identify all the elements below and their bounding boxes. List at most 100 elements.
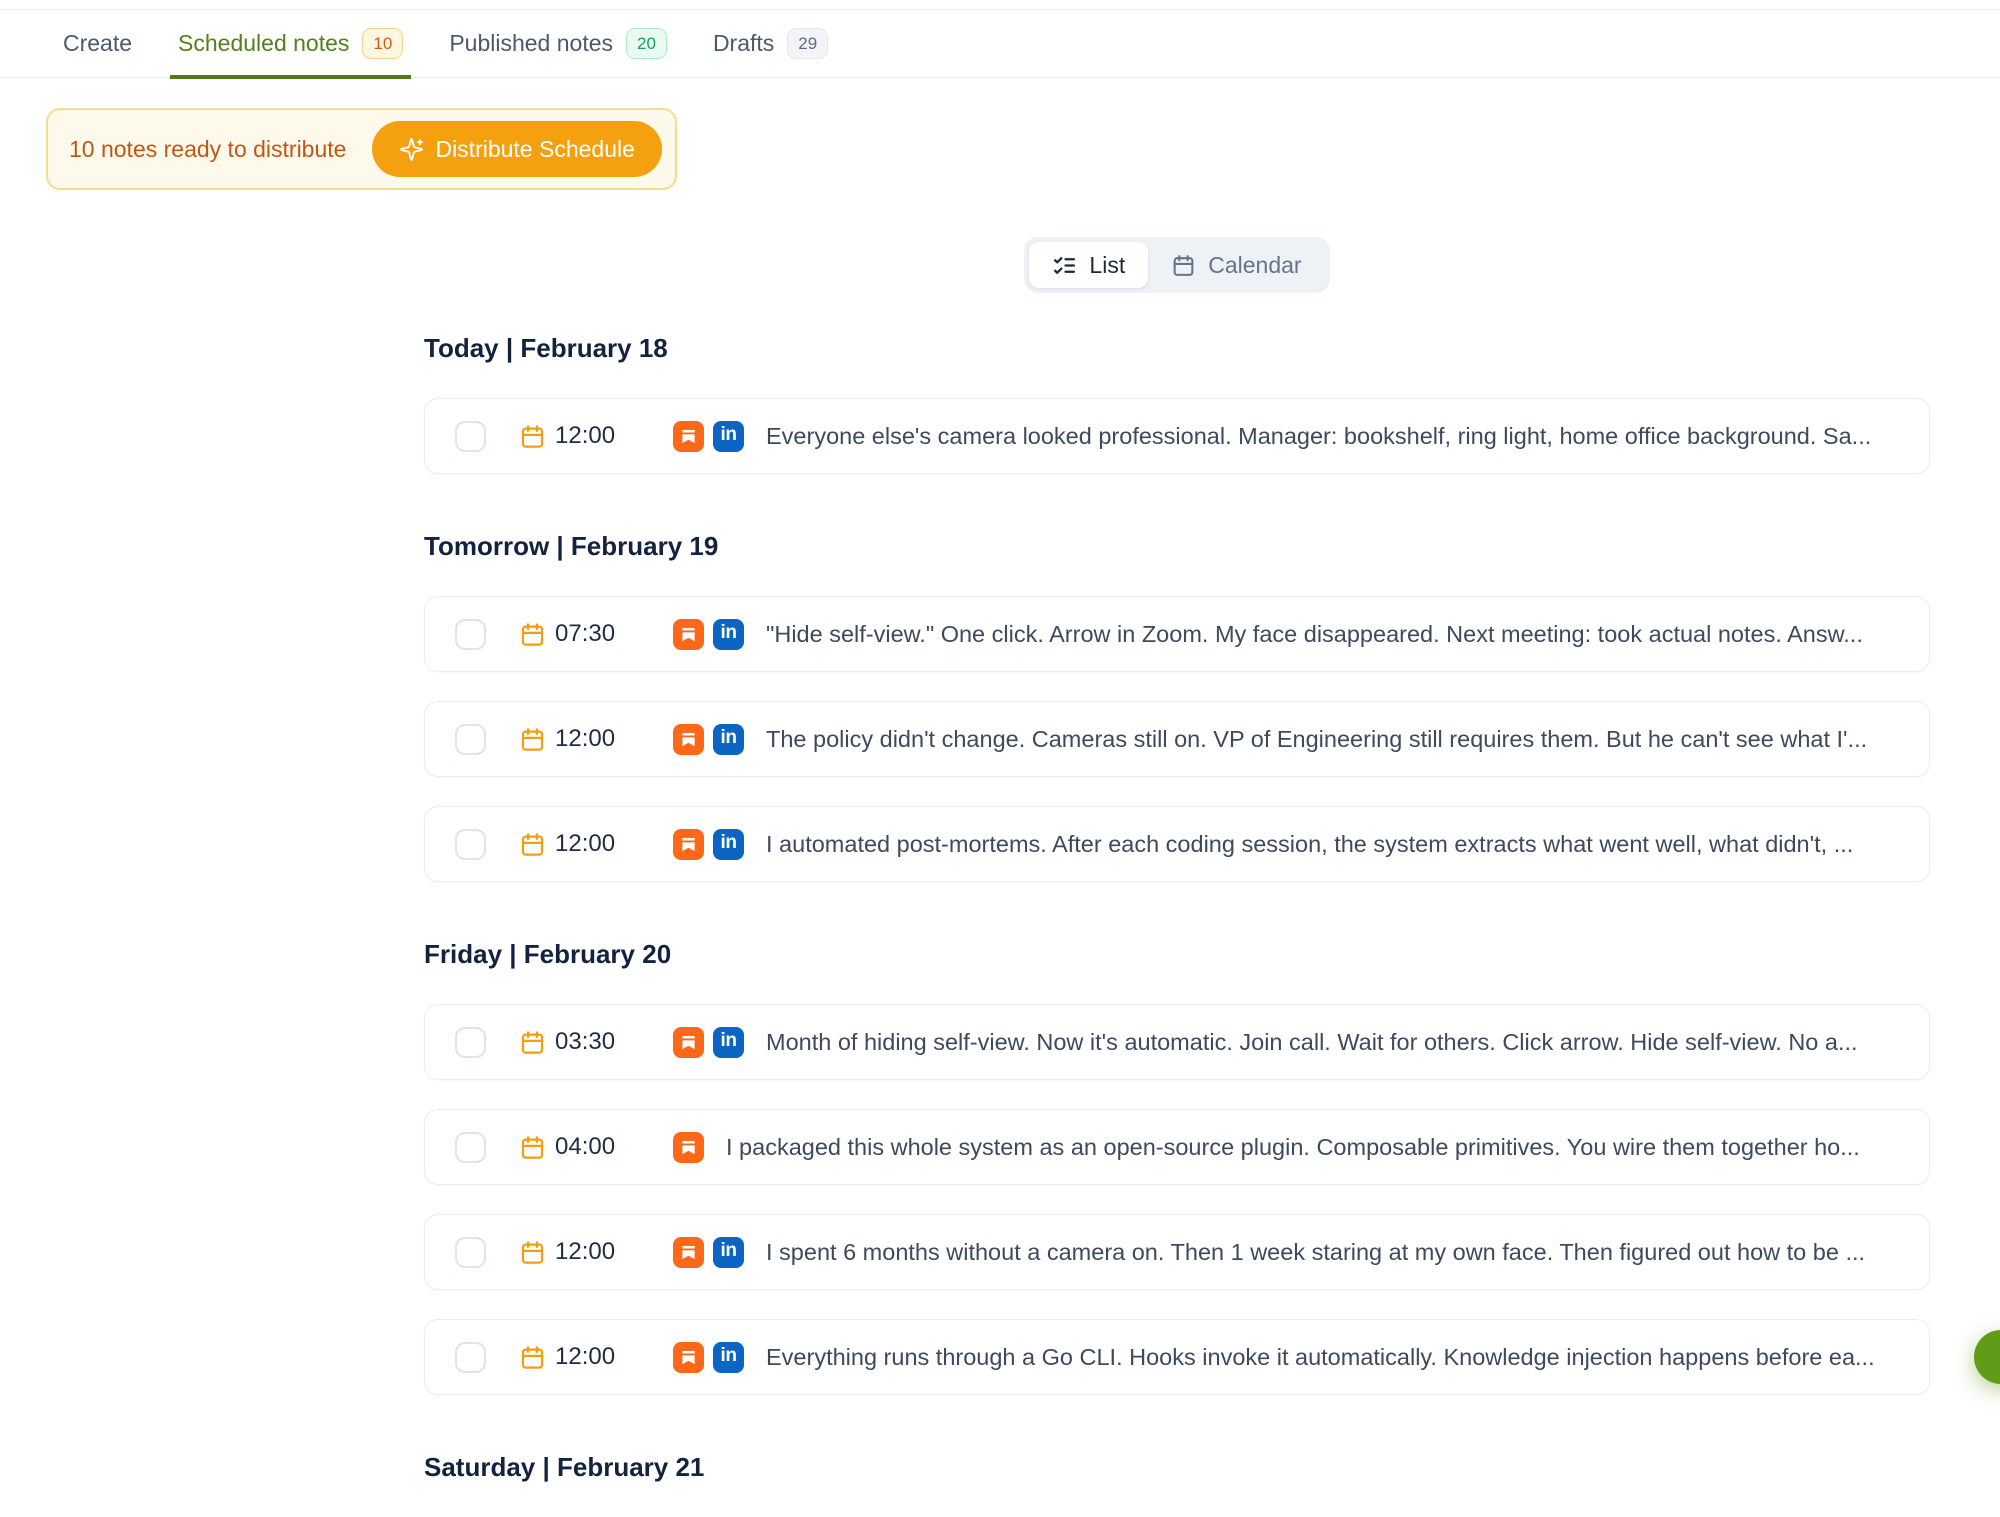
tab-scheduled-notes[interactable]: Scheduled notes 10 bbox=[176, 10, 405, 77]
note-time: 12:00 bbox=[555, 1343, 617, 1371]
calendar-icon bbox=[519, 1134, 546, 1161]
note-channels: in bbox=[673, 421, 744, 452]
day-rows: 07:30 in "Hide self-view." One click. Ar… bbox=[424, 596, 1930, 882]
tab-create[interactable]: Create bbox=[61, 10, 134, 77]
notes-scheduler-page: Create Scheduled notes 10 Published note… bbox=[0, 9, 2000, 1517]
substack-icon bbox=[673, 1342, 704, 1373]
view-toggle: List Calendar bbox=[1024, 237, 1329, 293]
linkedin-icon: in bbox=[713, 619, 744, 650]
note-channels: in bbox=[673, 724, 744, 755]
list-checks-icon bbox=[1052, 253, 1077, 278]
note-checkbox[interactable] bbox=[455, 421, 486, 452]
scheduled-note-row[interactable]: 12:00 in Everything runs through a Go CL… bbox=[424, 1319, 1930, 1395]
linkedin-icon: in bbox=[713, 1342, 744, 1373]
day-section: Today | February 18 12:00 in Everyone el… bbox=[424, 333, 1930, 474]
tab-create-label: Create bbox=[63, 30, 132, 57]
linkedin-icon: in bbox=[713, 1237, 744, 1268]
scheduled-note-row[interactable]: 03:30 in Month of hiding self-view. Now … bbox=[424, 1004, 1930, 1080]
tab-drafts-label: Drafts bbox=[713, 30, 774, 57]
day-rows: 03:30 in Month of hiding self-view. Now … bbox=[424, 1004, 1930, 1395]
tab-drafts[interactable]: Drafts 29 bbox=[711, 10, 830, 77]
calendar-view-label: Calendar bbox=[1208, 252, 1301, 279]
linkedin-icon: in bbox=[713, 724, 744, 755]
floating-action-button[interactable] bbox=[1974, 1330, 2000, 1384]
distribute-banner: 10 notes ready to distribute Distribute … bbox=[46, 108, 677, 190]
note-text: I automated post-mortems. After each cod… bbox=[766, 831, 1899, 858]
substack-icon bbox=[673, 421, 704, 452]
note-checkbox[interactable] bbox=[455, 619, 486, 650]
distribute-schedule-label: Distribute Schedule bbox=[435, 136, 634, 163]
note-channels: in bbox=[673, 1342, 744, 1373]
day-rows: 12:00 in Everyone else's camera looked p… bbox=[424, 398, 1930, 474]
calendar-icon bbox=[519, 831, 546, 858]
linkedin-icon: in bbox=[713, 421, 744, 452]
note-checkbox[interactable] bbox=[455, 829, 486, 860]
note-channels: in bbox=[673, 829, 744, 860]
substack-icon bbox=[673, 619, 704, 650]
scheduled-note-row[interactable]: 12:00 in Everyone else's camera looked p… bbox=[424, 398, 1930, 474]
calendar-view-button[interactable]: Calendar bbox=[1148, 242, 1324, 288]
note-checkbox[interactable] bbox=[455, 1342, 486, 1373]
day-sections: Today | February 18 12:00 in Everyone el… bbox=[424, 333, 1930, 1517]
day-heading: Today | February 18 bbox=[424, 333, 1930, 363]
note-time: 12:00 bbox=[555, 725, 617, 753]
note-checkbox[interactable] bbox=[455, 1027, 486, 1058]
note-checkbox[interactable] bbox=[455, 1237, 486, 1268]
calendar-icon bbox=[519, 423, 546, 450]
day-section: Tomorrow | February 19 07:30 in "Hide se… bbox=[424, 531, 1930, 882]
calendar-icon bbox=[519, 726, 546, 753]
note-time: 04:00 bbox=[555, 1133, 617, 1161]
list-view-button[interactable]: List bbox=[1029, 242, 1148, 288]
calendar-icon bbox=[519, 1239, 546, 1266]
scheduled-note-row[interactable]: 12:00 in I automated post-mortems. After… bbox=[424, 806, 1930, 882]
substack-icon bbox=[673, 829, 704, 860]
tab-published-notes[interactable]: Published notes 20 bbox=[447, 10, 669, 77]
distribute-schedule-button[interactable]: Distribute Schedule bbox=[372, 121, 661, 177]
note-channels: in bbox=[673, 1027, 744, 1058]
calendar-icon bbox=[519, 1344, 546, 1371]
substack-icon bbox=[673, 1237, 704, 1268]
substack-icon bbox=[673, 1132, 704, 1163]
scheduled-notes-content: List Calendar Today | February 18 bbox=[424, 237, 1930, 1517]
note-time: 07:30 bbox=[555, 620, 617, 648]
note-text: "Hide self-view." One click. Arrow in Zo… bbox=[766, 621, 1899, 648]
note-text: The policy didn't change. Cameras still … bbox=[766, 726, 1899, 753]
scheduled-note-row[interactable]: 12:00 in I spent 6 months without a came… bbox=[424, 1214, 1930, 1290]
linkedin-icon: in bbox=[713, 829, 744, 860]
note-text: I spent 6 months without a camera on. Th… bbox=[766, 1239, 1899, 1266]
notes-ready-message: 10 notes ready to distribute bbox=[69, 136, 346, 163]
published-count-badge: 20 bbox=[626, 28, 667, 59]
note-text: I packaged this whole system as an open-… bbox=[726, 1134, 1899, 1161]
calendar-icon bbox=[519, 621, 546, 648]
scheduled-count-badge: 10 bbox=[362, 28, 403, 59]
scheduled-note-row[interactable]: 12:00 in The policy didn't change. Camer… bbox=[424, 701, 1930, 777]
scheduled-note-row[interactable]: 07:30 in "Hide self-view." One click. Ar… bbox=[424, 596, 1930, 672]
note-channels bbox=[673, 1132, 704, 1163]
note-text: Month of hiding self-view. Now it's auto… bbox=[766, 1029, 1899, 1056]
note-channels: in bbox=[673, 619, 744, 650]
note-time: 12:00 bbox=[555, 1238, 617, 1266]
note-text: Everyone else's camera looked profession… bbox=[766, 423, 1899, 450]
day-heading: Tomorrow | February 19 bbox=[424, 531, 1930, 561]
substack-icon bbox=[673, 724, 704, 755]
drafts-count-badge: 29 bbox=[787, 28, 828, 59]
scheduled-note-row[interactable]: 04:00 I packaged this whole system as an… bbox=[424, 1109, 1930, 1185]
tab-published-notes-label: Published notes bbox=[449, 30, 613, 57]
substack-icon bbox=[673, 1027, 704, 1058]
sparkles-icon bbox=[399, 137, 424, 162]
day-section: Friday | February 20 03:30 in Month of h… bbox=[424, 939, 1930, 1395]
note-time: 03:30 bbox=[555, 1028, 617, 1056]
note-time: 12:00 bbox=[555, 422, 617, 450]
tab-scheduled-notes-label: Scheduled notes bbox=[178, 30, 349, 57]
note-checkbox[interactable] bbox=[455, 1132, 486, 1163]
day-heading: Friday | February 20 bbox=[424, 939, 1930, 969]
note-checkbox[interactable] bbox=[455, 724, 486, 755]
note-channels: in bbox=[673, 1237, 744, 1268]
tab-bar: Create Scheduled notes 10 Published note… bbox=[0, 9, 2000, 78]
calendar-icon bbox=[1171, 253, 1196, 278]
linkedin-icon: in bbox=[713, 1027, 744, 1058]
note-text: Everything runs through a Go CLI. Hooks … bbox=[766, 1344, 1899, 1371]
list-view-label: List bbox=[1089, 252, 1125, 279]
day-section: Saturday | February 21 bbox=[424, 1452, 1930, 1517]
note-time: 12:00 bbox=[555, 830, 617, 858]
